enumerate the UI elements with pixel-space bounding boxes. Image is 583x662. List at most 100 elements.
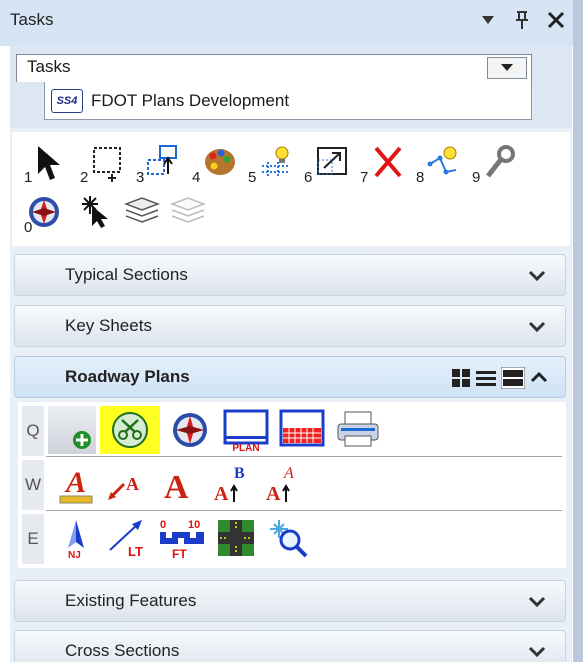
layers-icon — [124, 197, 160, 223]
change-text-icon: AA — [266, 465, 294, 505]
plan-sheet-icon: PLAN — [223, 409, 269, 452]
compass-icon — [173, 413, 207, 447]
tool-number: 5 — [248, 169, 257, 186]
analyze-tool[interactable]: 8 — [410, 140, 466, 188]
pin-icon[interactable] — [511, 8, 533, 32]
find-tool[interactable] — [266, 514, 310, 562]
intersection-icon — [218, 520, 254, 556]
leader-text-tool[interactable]: A — [106, 460, 150, 508]
attributes-tool[interactable]: 4 — [186, 140, 242, 188]
title-bar: Tasks — [0, 0, 573, 46]
chevron-down-icon — [501, 64, 513, 71]
arrow-pointer-icon — [38, 146, 60, 180]
levels-tool[interactable] — [120, 190, 166, 238]
tool-number: 2 — [80, 169, 89, 186]
chevron-down-icon — [528, 321, 546, 333]
fence-tool[interactable]: 2 — [74, 140, 130, 188]
section-title: Existing Features — [65, 591, 197, 610]
intersection-tool[interactable] — [214, 514, 258, 562]
north-arrow-place-tool[interactable]: NJ — [54, 514, 98, 562]
tool-number: 1 — [24, 169, 33, 186]
text-ruler-tool[interactable]: A — [54, 460, 98, 508]
print-tool[interactable] — [332, 406, 384, 454]
plan-sheet-tool[interactable]: PLAN — [220, 406, 272, 454]
north-arrow-icon: NJ — [68, 520, 84, 560]
tasks-tab-label: Tasks — [27, 57, 71, 76]
section-title: Roadway Plans — [65, 367, 190, 386]
tool-number: 8 — [416, 169, 425, 186]
magnifier-icon — [270, 520, 308, 558]
fence-icon — [93, 147, 121, 182]
wrench-icon — [486, 145, 515, 178]
change-text-tool[interactable]: AA — [262, 460, 306, 508]
plan-text: PLAN — [232, 443, 259, 452]
chevron-down-icon — [528, 596, 546, 608]
clip-tool[interactable] — [100, 406, 160, 454]
row-divider — [46, 456, 562, 457]
svg-text:A: A — [64, 466, 86, 499]
palette-icon — [205, 149, 235, 175]
move-tool[interactable]: 3 — [130, 140, 186, 188]
lightbulb-icon — [262, 146, 289, 178]
section-roadway-plans[interactable]: Roadway Plans — [14, 356, 566, 398]
tasks-dropdown-button[interactable] — [487, 57, 527, 79]
tasks-tab[interactable]: Tasks — [16, 54, 532, 82]
select-star-tool[interactable] — [74, 190, 120, 238]
select-element-tool[interactable]: 1 — [18, 140, 74, 188]
edit-text-tool[interactable]: BA — [210, 460, 254, 508]
roadway-plans-tools: Q W E PLAN A A A B A A A NJ LT 0 10 FT — [18, 402, 566, 568]
chevron-down-icon — [528, 270, 546, 282]
window-title: Tasks — [10, 10, 54, 29]
text-a-icon: A — [164, 469, 189, 504]
superscript-b: B — [234, 465, 245, 482]
chevron-up-icon[interactable] — [529, 368, 549, 388]
menu-dropdown-icon[interactable] — [477, 8, 499, 32]
row-label-q: Q — [22, 406, 44, 456]
close-icon[interactable] — [545, 8, 567, 32]
tool-number: 3 — [136, 169, 145, 186]
list-view-icon[interactable] — [475, 368, 497, 388]
fdot-logo-icon: SS4 — [51, 88, 83, 113]
delete-tool[interactable]: 7 — [354, 140, 410, 188]
tool-number: 9 — [472, 169, 481, 186]
row-label-e: E — [22, 514, 44, 564]
star-pointer-icon — [82, 196, 108, 228]
scale-bar-tool[interactable]: 0 10 FT — [158, 514, 206, 562]
section-key-sheets[interactable]: Key Sheets — [14, 305, 566, 347]
svg-text:A: A — [164, 469, 189, 504]
label-line-tool[interactable]: LT — [106, 514, 150, 562]
compass-icon — [29, 197, 59, 227]
fit-view-tool[interactable]: 6 — [298, 140, 354, 188]
profile-sheet-tool[interactable] — [276, 406, 328, 454]
task-selector[interactable]: SS4 FDOT Plans Development — [44, 82, 532, 120]
measure-tool[interactable]: 9 — [466, 140, 522, 188]
row-label-w: W — [22, 460, 44, 510]
chevron-down-icon — [528, 646, 546, 658]
navigate-tool[interactable]: 0 — [18, 190, 74, 238]
scale-start: 0 — [160, 519, 166, 531]
fit-view-icon — [317, 147, 347, 175]
levels-off-tool[interactable] — [166, 190, 212, 238]
layers-disabled-icon — [170, 197, 206, 223]
place-text-tool[interactable]: A — [158, 460, 202, 508]
north-arrow-tool[interactable] — [164, 406, 216, 454]
main-tool-grid: 1 2 3 4 5 6 7 8 9 0 — [12, 132, 570, 246]
analyze-bulb-icon — [427, 146, 457, 175]
section-typical-sections[interactable]: Typical Sections — [14, 254, 566, 296]
scissors-icon — [112, 412, 148, 448]
svg-text:A: A — [214, 483, 229, 505]
row-divider — [46, 510, 562, 511]
detail-view-icon[interactable] — [501, 367, 525, 389]
section-cross-sections[interactable]: Cross Sections — [14, 630, 566, 662]
add-green-icon — [73, 431, 91, 449]
section-existing-features[interactable]: Existing Features — [14, 580, 566, 622]
scale-end: 10 — [188, 519, 200, 531]
add-sheet-tool[interactable] — [48, 406, 96, 454]
section-title: Typical Sections — [65, 265, 188, 284]
profile-sheet-icon — [279, 409, 325, 447]
text-ruler-icon: A — [59, 466, 93, 504]
move-icon — [147, 145, 177, 175]
grid-view-icon[interactable] — [451, 368, 471, 388]
svg-text:A: A — [283, 465, 294, 482]
highlight-tool[interactable]: 5 — [242, 140, 298, 188]
